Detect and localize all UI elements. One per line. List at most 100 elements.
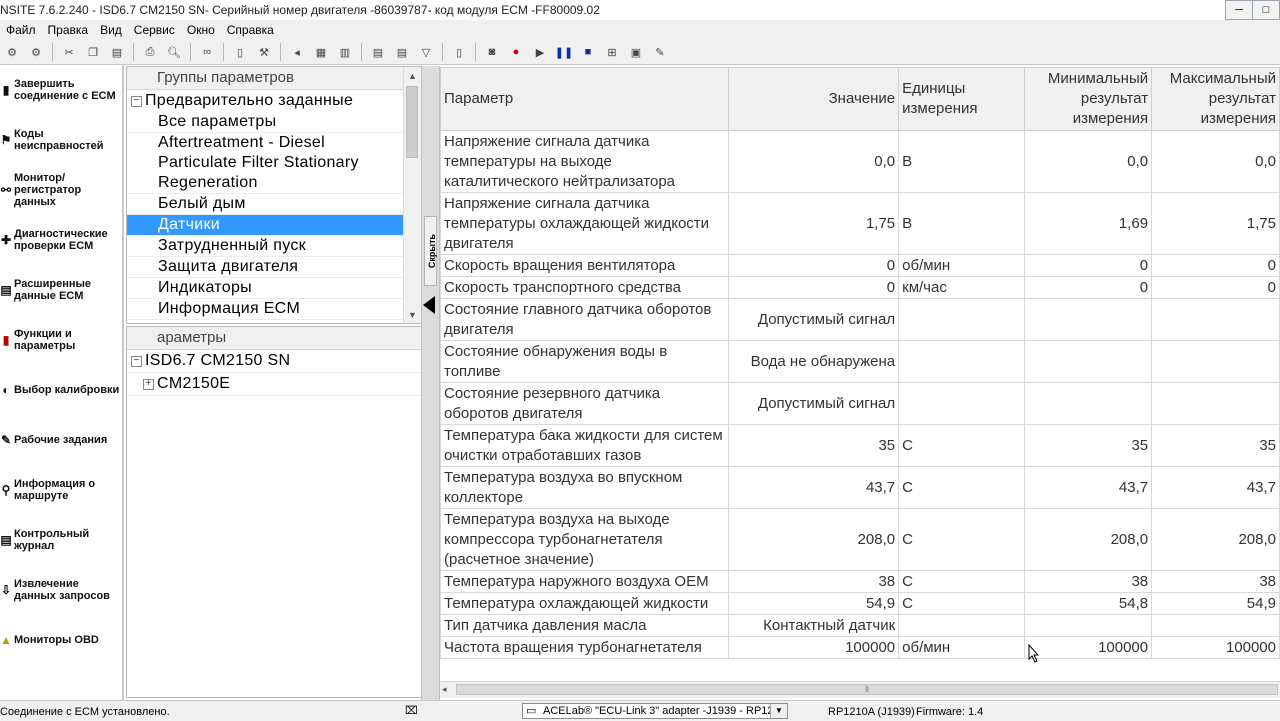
group-item[interactable]: Защита двигателя <box>127 257 421 278</box>
collapse-icon[interactable]: − <box>131 356 142 367</box>
menu-edit[interactable]: Правка <box>42 23 95 37</box>
pause-icon[interactable]: ❚❚ <box>554 43 574 61</box>
table-row[interactable]: Тип датчика давления масла Контактный дат… <box>440 614 1280 637</box>
cell-value: Контактный датчик <box>727 614 900 637</box>
nav-fault-codes[interactable]: ⚑ Коды неисправностей <box>0 115 122 165</box>
col-header-units[interactable]: Единицы измерения <box>898 67 1025 131</box>
group-item[interactable]: Затрудненный пуск <box>127 236 421 257</box>
group-item[interactable]: Aftertreatment - Diesel Particulate Filt… <box>127 133 421 194</box>
back-icon[interactable]: ◂ <box>287 43 307 61</box>
edit-icon[interactable]: ✎ <box>650 43 670 61</box>
menu-view[interactable]: Вид <box>94 23 128 37</box>
groups-scrollbar[interactable]: ▲ ▼ <box>403 67 421 323</box>
nav-monitor[interactable]: ⚯ Монитор/регистратор данных <box>0 165 122 215</box>
cell-min: 35 <box>1023 424 1153 467</box>
menu-service[interactable]: Сервис <box>128 23 181 37</box>
menu-help[interactable]: Справка <box>221 23 280 37</box>
nav-audit-log[interactable]: ▤ Контрольный журнал <box>0 515 122 565</box>
scroll-thumb[interactable]: ⦀ <box>456 684 1278 695</box>
table-row[interactable]: Температура бака жидкости для систем очи… <box>440 424 1280 467</box>
print-preview-icon[interactable]: 🔍︎ <box>164 43 184 61</box>
nav-diagnostics[interactable]: ✚ Диагностические проверки ECM <box>0 215 122 265</box>
folder-icon[interactable]: ▥ <box>335 43 355 61</box>
col-header-min[interactable]: Минимальный результат измерения <box>1023 67 1153 131</box>
nav-label: Завершить соединение с ECM <box>14 78 116 102</box>
filter-icon[interactable]: ▽ <box>416 43 436 61</box>
cut-icon[interactable]: ✂ <box>59 43 79 61</box>
group-item[interactable]: Все параметры <box>127 112 421 133</box>
table-row[interactable]: Напряжение сигнала датчика температуры о… <box>440 192 1280 255</box>
cell-max: 0,0 <box>1151 130 1280 193</box>
table-row[interactable]: Скорость вращения вентилятора 0 об/мин 0 0 <box>440 254 1280 277</box>
nav-advanced-data[interactable]: ▤ Расширенные данные ECM <box>0 265 122 315</box>
table-row[interactable]: Температура воздуха на выходе компрессор… <box>440 508 1280 571</box>
collapse-icon[interactable]: − <box>131 96 142 107</box>
cell-max: 0 <box>1151 254 1280 277</box>
binoculars-icon[interactable]: ∞ <box>197 43 217 61</box>
params-tree-root[interactable]: − ISD6.7 CM2150 SN <box>127 350 421 373</box>
minimize-button[interactable]: ─ <box>1225 0 1253 20</box>
report-icon[interactable]: ▤ <box>368 43 388 61</box>
export-icon[interactable]: ▣ <box>626 43 646 61</box>
col-header-parameter[interactable]: Параметр <box>440 67 729 131</box>
nav-disconnect[interactable]: ▮ Завершить соединение с ECM <box>0 65 122 115</box>
play-icon[interactable]: ▶ <box>530 43 550 61</box>
table-row[interactable]: Температура воздуха во впускном коллекто… <box>440 466 1280 509</box>
paste-icon[interactable]: ▤ <box>107 43 127 61</box>
scroll-up-icon[interactable]: ▲ <box>404 67 421 84</box>
stop-icon[interactable]: ■ <box>578 43 598 61</box>
table-row[interactable]: Состояние главного датчика оборотов двиг… <box>440 298 1280 341</box>
col-header-max[interactable]: Максимальный результат измерения <box>1151 67 1280 131</box>
col-header-value[interactable]: Значение <box>727 67 900 131</box>
group-item[interactable]: Белый дым <box>127 194 421 215</box>
table-row[interactable]: Состояние резервного датчика оборотов дв… <box>440 382 1280 425</box>
settings-icon[interactable]: ⚙ <box>26 43 46 61</box>
record-icon[interactable]: ● <box>506 43 526 61</box>
table-row[interactable]: Состояние обнаружения воды в топливе Вода… <box>440 340 1280 383</box>
group-item[interactable]: Информация ECM <box>127 299 421 320</box>
scroll-thumb[interactable] <box>406 86 418 158</box>
menu-window[interactable]: Окно <box>181 23 221 37</box>
document-icon[interactable]: ▯ <box>230 43 250 61</box>
hide-button[interactable]: Скрыть <box>424 216 437 286</box>
collapse-arrow-icon[interactable] <box>423 296 435 314</box>
group-item[interactable]: Индикаторы <box>127 278 421 299</box>
files-icon[interactable]: ▦ <box>311 43 331 61</box>
connect-icon[interactable]: ⚙ <box>2 43 22 61</box>
report2-icon[interactable]: ▤ <box>392 43 412 61</box>
table-row[interactable]: Частота вращения турбонагнетателя 100000 о… <box>440 636 1280 659</box>
mouse-cursor-icon <box>1028 644 1040 663</box>
menu-file[interactable]: Файл <box>0 23 42 37</box>
panel-splitter[interactable]: Скрыть <box>421 66 440 700</box>
table-row[interactable]: Напряжение сигнала датчика температуры н… <box>440 130 1280 193</box>
grid-horizontal-scrollbar[interactable]: ◂ ⦀ <box>440 681 1280 698</box>
cell-max <box>1151 340 1280 383</box>
nav-data-extract[interactable]: ⇩ Извлечение данных запросов <box>0 565 122 615</box>
nav-work-orders[interactable]: ✎ Рабочие задания <box>0 415 122 465</box>
expand-icon[interactable]: + <box>143 379 154 390</box>
nav-calibration[interactable]: ◐ Выбор калибровки <box>0 365 122 415</box>
camera-icon[interactable]: ◙ <box>482 43 502 61</box>
snapshot-icon[interactable]: ⊞ <box>602 43 622 61</box>
print-icon[interactable]: ⎙ <box>140 43 160 61</box>
group-root[interactable]: − Предварительно заданные <box>127 90 421 112</box>
cell-parameter: Скорость вращения вентилятора <box>440 254 729 277</box>
cell-max: 35 <box>1151 424 1280 467</box>
adapter-select[interactable]: ▭ ACELab® "ECU-Link 3" adapter -J1939 - … <box>522 703 788 719</box>
scroll-down-icon[interactable]: ▼ <box>404 306 421 323</box>
data-extract-icon: ⇩ <box>0 583 12 597</box>
params-tree-child[interactable]: + CM2150E <box>127 373 421 396</box>
table-row[interactable]: Скорость транспортного средства 0 км/час 0 0 <box>440 276 1280 299</box>
scroll-left-icon[interactable]: ◂ <box>442 684 447 695</box>
chevron-down-icon[interactable]: ▼ <box>770 704 787 718</box>
table-row[interactable]: Температура охлаждающей жидкости 54,9 C 54,… <box>440 592 1280 615</box>
copy-icon[interactable]: ❐ <box>83 43 103 61</box>
page-icon[interactable]: ▯ <box>449 43 469 61</box>
tools-icon[interactable]: ⚒ <box>254 43 274 61</box>
nav-route-info[interactable]: ⚲ Информация о маршруте <box>0 465 122 515</box>
nav-functions[interactable]: ▮ Функции и параметры <box>0 315 122 365</box>
nav-obd-monitors[interactable]: ▲ Мониторы OBD <box>0 615 122 665</box>
maximize-button[interactable]: □ <box>1252 0 1280 20</box>
group-item-selected[interactable]: Датчики <box>127 215 421 236</box>
table-row[interactable]: Температура наружного воздуха OEM 38 C 38 38 <box>440 570 1280 593</box>
